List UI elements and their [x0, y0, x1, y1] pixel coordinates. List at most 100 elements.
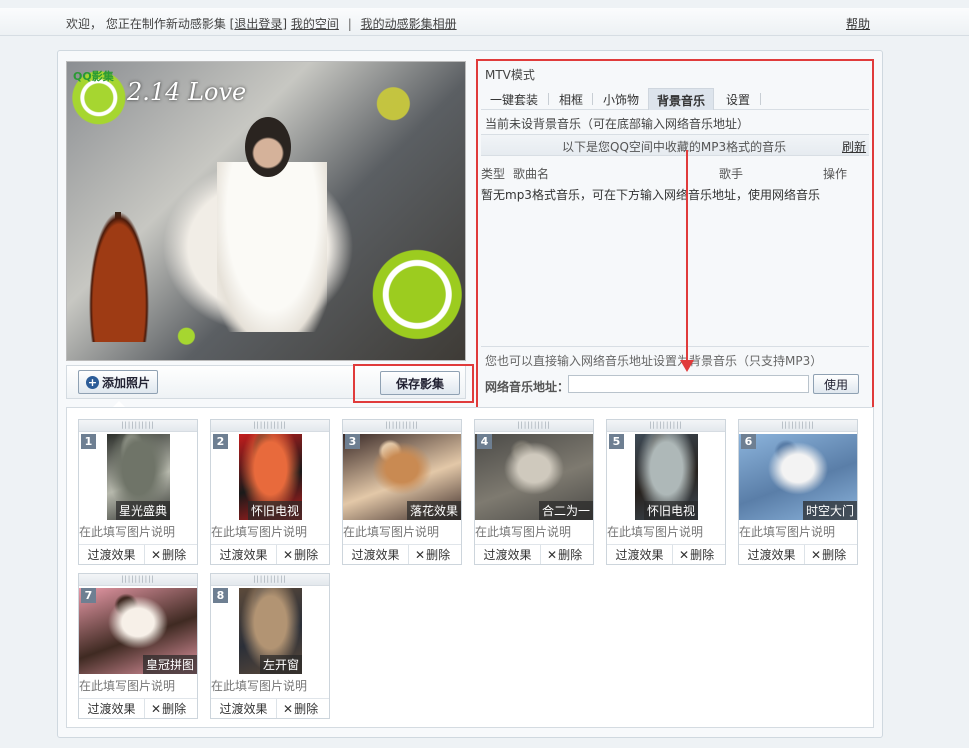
photo-thumbnail[interactable]: 怀旧电视: [635, 434, 698, 520]
column-type: 类型: [481, 167, 506, 181]
drag-handle[interactable]: ||||||||||: [211, 574, 329, 586]
logout-link[interactable]: 退出登录: [234, 17, 282, 31]
close-icon: ✕: [679, 548, 690, 562]
refresh-link[interactable]: 刷新: [842, 138, 866, 155]
delete-label: 删除: [558, 548, 583, 562]
photo-actions: 过渡效果 ✕删除: [211, 544, 329, 564]
photo-caption-field[interactable]: 在此填写图片说明: [739, 523, 858, 541]
tab-divider: [760, 93, 761, 105]
delete-label: 删除: [294, 548, 319, 562]
annotation-arrow: [686, 150, 688, 363]
music-status: 当前未设背景音乐（可在底部输入网络音乐地址）: [485, 117, 750, 131]
close-icon: ✕: [283, 702, 294, 716]
net-music-url-input[interactable]: [568, 375, 809, 393]
photo-caption-field[interactable]: 在此填写图片说明: [343, 523, 462, 541]
transition-effect-button[interactable]: 过渡效果: [79, 545, 145, 564]
tab-frame[interactable]: 相框: [559, 91, 583, 108]
guitar-decoration: [89, 212, 149, 342]
drag-handle[interactable]: ||||||||||: [739, 420, 857, 432]
photo-thumbnail[interactable]: 时空大门: [739, 434, 857, 520]
delete-label: 删除: [690, 548, 715, 562]
drag-handle[interactable]: ||||||||||: [79, 420, 197, 432]
photo-thumbnail[interactable]: 合二为一: [475, 434, 593, 520]
photo-card[interactable]: |||||||||| 皇冠拼图 7 在此填写图片说明 过渡效果 ✕删除: [78, 573, 198, 719]
photo-thumbnail[interactable]: 左开窗: [239, 588, 302, 674]
photo-number-badge: 7: [81, 588, 96, 603]
photo-caption-field[interactable]: 在此填写图片说明: [475, 523, 594, 541]
photo-number-badge: 3: [345, 434, 360, 449]
delete-label: 删除: [426, 548, 451, 562]
transition-effect-button[interactable]: 过渡效果: [211, 699, 277, 718]
photo-actions: 过渡效果 ✕删除: [211, 698, 329, 718]
photo-thumbnail[interactable]: 怀旧电视: [239, 434, 302, 520]
help-link[interactable]: 帮助: [846, 15, 870, 32]
net-music-hint: 您也可以直接输入网络音乐地址设置为背景音乐（只支持MP3）: [485, 354, 823, 368]
drag-handle[interactable]: ||||||||||: [79, 574, 197, 586]
photo-actions: 过渡效果 ✕删除: [79, 544, 197, 564]
net-music-label: 网络音乐地址：: [485, 380, 570, 394]
photo-card[interactable]: |||||||||| 星光盛典 1 在此填写图片说明 过渡效果 ✕删除: [78, 419, 198, 565]
effect-label: 怀旧电视: [247, 501, 302, 520]
photo-card[interactable]: |||||||||| 落花效果 3 在此填写图片说明 过渡效果 ✕删除: [342, 419, 462, 565]
delete-button[interactable]: ✕删除: [145, 699, 186, 718]
photo-caption-field[interactable]: 在此填写图片说明: [79, 523, 198, 541]
welcome-line: 欢迎， 您正在制作新动感影集 [退出登录] 我的空间 | 我的动感影集相册: [66, 15, 457, 32]
photo-actions: 过渡效果 ✕删除: [79, 698, 197, 718]
photo-card[interactable]: |||||||||| 时空大门 6 在此填写图片说明 过渡效果 ✕删除: [738, 419, 858, 565]
photo-thumbnail[interactable]: 落花效果: [343, 434, 461, 520]
tab-ornaments[interactable]: 小饰物: [603, 91, 639, 108]
use-button[interactable]: 使用: [813, 374, 859, 394]
delete-button[interactable]: ✕删除: [277, 699, 318, 718]
delete-button[interactable]: ✕删除: [409, 545, 450, 564]
photo-caption-field[interactable]: 在此填写图片说明: [607, 523, 726, 541]
delete-label: 删除: [822, 548, 847, 562]
tab-settings[interactable]: 设置: [726, 91, 750, 108]
close-icon: ✕: [151, 702, 162, 716]
photo-number-badge: 5: [609, 434, 624, 449]
close-icon: ✕: [547, 548, 558, 562]
transition-effect-button[interactable]: 过渡效果: [343, 545, 409, 564]
delete-button[interactable]: ✕删除: [541, 545, 582, 564]
settings-tabs: 一键套装 相框 小饰物 背景音乐 设置: [481, 88, 869, 110]
delete-button[interactable]: ✕删除: [277, 545, 318, 564]
photo-number-badge: 1: [81, 434, 96, 449]
transition-effect-button[interactable]: 过渡效果: [739, 545, 805, 564]
drag-handle[interactable]: ||||||||||: [211, 420, 329, 432]
add-photo-label: 添加照片: [101, 375, 150, 390]
photo-caption-field[interactable]: 在此填写图片说明: [211, 677, 330, 695]
photo-card[interactable]: |||||||||| 怀旧电视 2 在此填写图片说明 过渡效果 ✕删除: [210, 419, 330, 565]
making-text: 您正在制作新动感影集 [: [105, 17, 235, 31]
delete-label: 删除: [294, 702, 319, 716]
tab-one-click-set[interactable]: 一键套装: [490, 91, 538, 108]
effect-label: 时空大门: [802, 501, 857, 520]
delete-button[interactable]: ✕删除: [805, 545, 846, 564]
my-space-link[interactable]: 我的空间: [291, 17, 339, 31]
my-album-link[interactable]: 我的动感影集相册: [361, 17, 457, 31]
transition-effect-button[interactable]: 过渡效果: [607, 545, 673, 564]
add-photo-button[interactable]: + 添加照片: [78, 370, 158, 394]
effect-label: 合二为一: [538, 501, 593, 520]
close-icon: ✕: [415, 548, 426, 562]
photo-caption-field[interactable]: 在此填写图片说明: [79, 677, 198, 695]
drag-handle[interactable]: ||||||||||: [607, 420, 725, 432]
delete-button[interactable]: ✕删除: [673, 545, 714, 564]
transition-effect-button[interactable]: 过渡效果: [475, 545, 541, 564]
separator: |: [347, 17, 352, 31]
drag-handle[interactable]: ||||||||||: [475, 420, 593, 432]
photo-number-badge: 6: [741, 434, 756, 449]
save-highlight-box: [353, 364, 474, 403]
photo-card[interactable]: |||||||||| 怀旧电视 5 在此填写图片说明 过渡效果 ✕删除: [606, 419, 726, 565]
tab-background-music[interactable]: 背景音乐: [648, 88, 715, 110]
photo-thumbnail[interactable]: 皇冠拼图: [79, 588, 197, 674]
delete-button[interactable]: ✕删除: [145, 545, 186, 564]
photo-card[interactable]: |||||||||| 左开窗 8 在此填写图片说明 过渡效果 ✕删除: [210, 573, 330, 719]
effect-label: 怀旧电视: [643, 501, 698, 520]
photo-card[interactable]: |||||||||| 合二为一 4 在此填写图片说明 过渡效果 ✕删除: [474, 419, 594, 565]
column-action: 操作: [823, 167, 848, 181]
transition-effect-button[interactable]: 过渡效果: [211, 545, 277, 564]
transition-effect-button[interactable]: 过渡效果: [79, 699, 145, 718]
drag-handle[interactable]: ||||||||||: [343, 420, 461, 432]
photo-thumbnail[interactable]: 星光盛典: [107, 434, 170, 520]
photo-caption-field[interactable]: 在此填写图片说明: [211, 523, 330, 541]
column-song: 歌曲名: [513, 167, 550, 181]
